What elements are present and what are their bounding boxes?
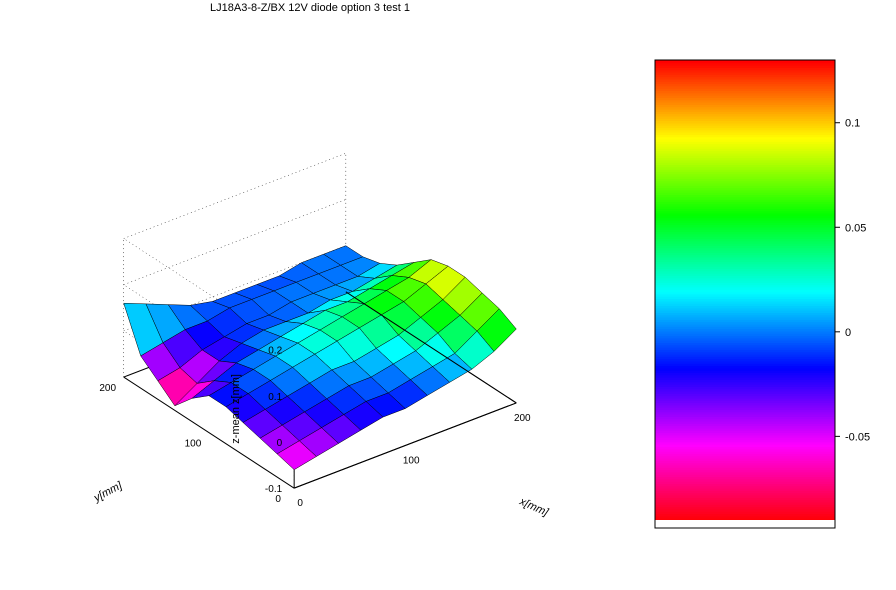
svg-text:x[mm]: x[mm]: [517, 495, 551, 519]
svg-text:0: 0: [297, 498, 303, 509]
svg-text:0.2: 0.2: [268, 346, 282, 357]
svg-text:0.05: 0.05: [845, 222, 866, 234]
svg-text:-0.1: -0.1: [265, 484, 283, 495]
svg-text:0.1: 0.1: [845, 118, 860, 130]
colorbar: -0.05 0 0.05 0.1: [650, 50, 890, 570]
svg-text:0: 0: [845, 327, 851, 339]
surface-plot: 01002000100200-0.100.10.2x[mm]y[mm]z-mea…: [40, 0, 640, 590]
svg-text:200: 200: [514, 413, 531, 424]
svg-text:200: 200: [99, 383, 116, 394]
svg-text:100: 100: [403, 456, 420, 467]
svg-text:y[mm]: y[mm]: [91, 479, 125, 505]
svg-text:0: 0: [275, 494, 281, 505]
svg-text:0.1: 0.1: [268, 392, 282, 403]
svg-text:z-mean z[mm]: z-mean z[mm]: [230, 374, 242, 444]
svg-text:-0.05: -0.05: [845, 431, 870, 443]
svg-text:0: 0: [277, 438, 283, 449]
svg-text:100: 100: [185, 439, 202, 450]
